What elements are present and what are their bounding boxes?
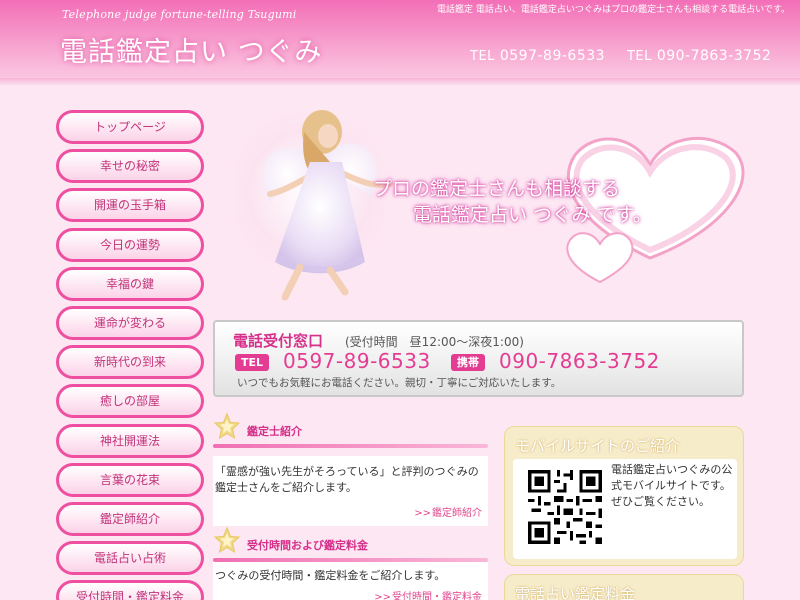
nav-item-new-era[interactable]: 新時代の到来 [56, 345, 204, 380]
introduction-link[interactable]: >>鑑定師紹介 [215, 506, 485, 522]
introduction-body: 「霊感が強い先生がそろっている」と評判のつぐみの鑑定士さんをご紹介します。 [215, 465, 479, 494]
link-arrow-icon: >> [414, 508, 431, 519]
hero-line-1: プロの鑑定士さんも相談する [373, 178, 621, 200]
section-divider [213, 444, 488, 448]
star-icon [213, 412, 241, 440]
header-phone-numbers: TEL 0597-89-6533 TEL 090-7863-3752 [470, 48, 771, 64]
nav-item-key-of-happiness[interactable]: 幸福の鍵 [56, 266, 204, 301]
nav-item-healing-room[interactable]: 癒しの部屋 [56, 384, 204, 419]
header-tel1-label: TEL [470, 49, 495, 64]
side-navigation: トップページ 幸せの秘密 開運の玉手箱 今日の運勢 幸福の鍵 運命が変わる 新時… [56, 110, 204, 600]
nav-item-secret-of-happiness[interactable]: 幸せの秘密 [56, 149, 204, 184]
mobile-site-content: 電話鑑定占いつぐみの公式モバイルサイトです。ぜひご覧ください。 [513, 459, 737, 559]
nav-item-todays-fortune[interactable]: 今日の運勢 [56, 227, 204, 262]
nav-item-shrine-luck[interactable]: 神社開運法 [56, 423, 204, 458]
site-header: 電話鑑定 電話占い、電話鑑定占いつぐみはプロの鑑定士さんも相談する電話占いです。… [0, 0, 800, 82]
mobile-site-box: モバイルサイトのご紹介 電話鑑定占いつぐみの公式モバイルサイトです。ぜひご覧くだ… [504, 426, 744, 566]
nav-item-treasure-box[interactable]: 開運の玉手箱 [56, 188, 204, 223]
phone-box-hours: (受付時間 昼12:00～深夜1:00) [345, 335, 524, 349]
introduction-body-wrap: 「霊感が強い先生がそろっている」と評判のつぐみの鑑定士さんをご紹介します。 >>… [213, 456, 488, 526]
fee-box-title: 電話占い鑑定料金 [515, 585, 636, 600]
mobile-site-text: 電話鑑定占いつぐみの公式モバイルサイトです。ぜひご覧ください。 [611, 463, 733, 508]
fees-title: 受付時間および鑑定料金 [247, 539, 368, 552]
header-tel1-number[interactable]: 0597-89-6533 [500, 48, 605, 64]
qr-code-icon[interactable] [525, 467, 605, 547]
nav-item-top[interactable]: トップページ [56, 110, 204, 144]
mobile-number[interactable]: 090-7863-3752 [499, 349, 660, 373]
introduction-title: 鑑定士紹介 [247, 425, 302, 438]
hero-line-2: 電話鑑定占い つぐみ です。 [413, 204, 652, 226]
nav-item-words-bouquet[interactable]: 言葉の花束 [56, 462, 204, 497]
nav-item-divination-methods[interactable]: 電話占い占術 [56, 541, 204, 576]
header-tagline: 電話鑑定 電話占い、電話鑑定占いつぐみはプロの鑑定士さんも相談する電話占いです。 [437, 5, 790, 15]
star-icon [213, 526, 241, 554]
nav-item-hours-and-fees[interactable]: 受付時間・鑑定料金 [56, 580, 204, 600]
landline-number[interactable]: 0597-89-6533 [283, 349, 431, 373]
fees-link[interactable]: >>受付時間・鑑定料金 [215, 590, 485, 600]
link-arrow-icon: >> [374, 592, 391, 600]
fees-link-text[interactable]: 受付時間・鑑定料金 [392, 592, 482, 600]
section-hours-fees: 受付時間および鑑定料金 つぐみの受付時間・鑑定料金をご紹介します。 >>受付時間… [213, 526, 488, 600]
header-tel2-number[interactable]: 090-7863-3752 [657, 48, 772, 64]
hero-banner: プロの鑑定士さんも相談する 電話鑑定占い つぐみ です。 [215, 92, 750, 312]
header-divider [0, 78, 800, 86]
small-heart-graphic [566, 232, 634, 284]
introduction-link-text[interactable]: 鑑定師紹介 [432, 508, 482, 519]
phone-contact-box: 電話受付窓口 (受付時間 昼12:00～深夜1:00) TEL 0597-89-… [213, 320, 744, 397]
fees-body-wrap: つぐみの受付時間・鑑定料金をご紹介します。 >>受付時間・鑑定料金 [213, 562, 488, 600]
phone-box-note: いつでもお気軽にお電話ください。親切・丁寧にご対応いたします。 [237, 377, 562, 389]
mobile-badge: 携帯 [451, 354, 485, 371]
phone-box-title: 電話受付窓口 [233, 332, 324, 350]
site-subtitle: Telephone judge fortune-telling Tsugumi [62, 8, 297, 21]
tel-badge: TEL [235, 354, 270, 371]
fees-body: つぐみの受付時間・鑑定料金をご紹介します。 [215, 569, 446, 582]
section-divider [213, 558, 488, 562]
site-title-logo[interactable]: 電話鑑定占い つぐみ [60, 30, 322, 69]
header-tel2-label: TEL [626, 49, 652, 64]
fee-info-box: 電話占い鑑定料金 [504, 574, 744, 600]
nav-item-destiny-changes[interactable]: 運命が変わる [56, 305, 204, 340]
section-introduction: 鑑定士紹介 「霊感が強い先生がそろっている」と評判のつぐみの鑑定士さんをご紹介し… [213, 412, 488, 526]
mobile-site-title: モバイルサイトのご紹介 [515, 437, 681, 455]
nav-item-fortune-tellers[interactable]: 鑑定師紹介 [56, 501, 204, 536]
